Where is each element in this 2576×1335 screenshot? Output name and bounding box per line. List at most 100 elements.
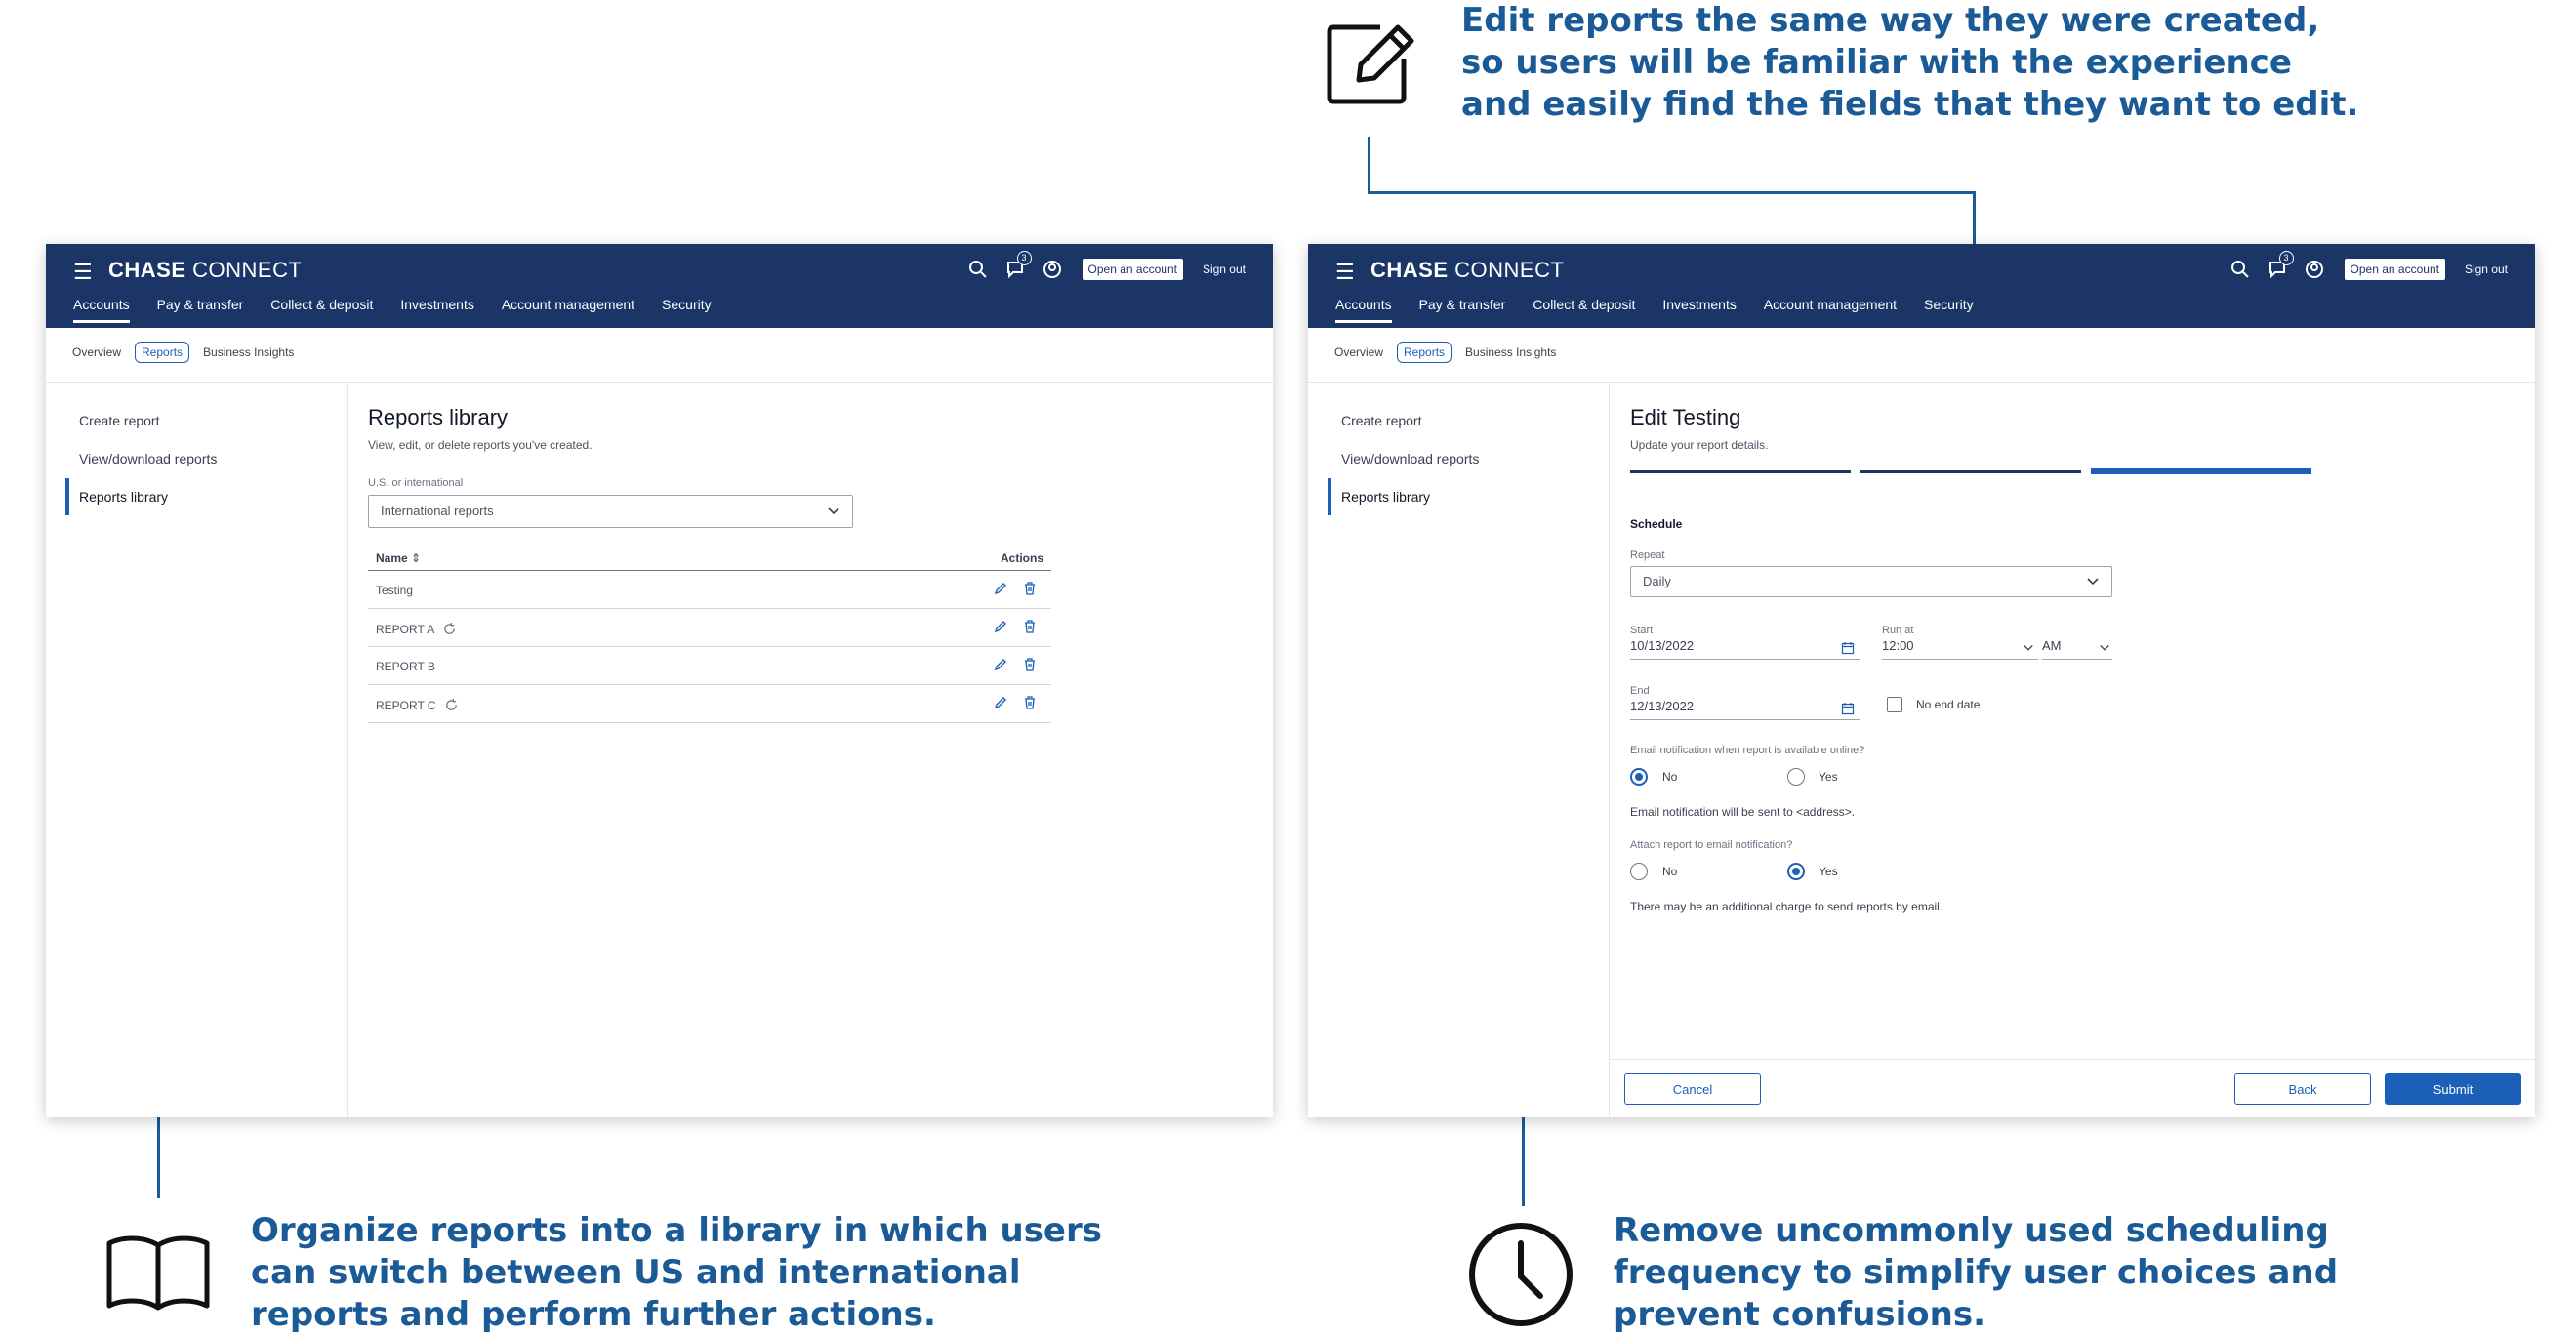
email-yes-radio[interactable]: [1787, 768, 1805, 786]
attach-yes-radio[interactable]: [1787, 863, 1805, 880]
subnav-business-insights[interactable]: Business Insights: [203, 345, 294, 359]
page-subtitle: View, edit, or delete reports you've cre…: [368, 438, 593, 452]
chevron-down-icon: [2087, 578, 2099, 586]
nav-pay-transfer[interactable]: Pay & transfer: [1419, 297, 1506, 323]
delete-icon[interactable]: [1022, 581, 1038, 596]
active-indicator: [1328, 478, 1331, 515]
edit-icon[interactable]: [993, 695, 1008, 710]
open-account-button[interactable]: Open an account: [1082, 259, 1183, 280]
page-title: Reports library: [368, 405, 509, 429]
nav-account-management[interactable]: Account management: [1764, 297, 1897, 323]
column-name[interactable]: Name ⇕: [376, 551, 421, 565]
calendar-icon[interactable]: [1841, 641, 1855, 655]
sidebar-item-view-download[interactable]: View/download reports: [1341, 451, 1479, 466]
column-actions: Actions: [1000, 551, 1043, 565]
nav-investments[interactable]: Investments: [400, 297, 473, 323]
run-at-time-field[interactable]: 12:00: [1882, 638, 2038, 660]
profile-icon[interactable]: [2304, 259, 2325, 280]
edit-report-screen: ☰ CHASE CONNECT 3 Open an account Sign o…: [1308, 244, 2535, 1117]
menu-icon[interactable]: ☰: [73, 262, 93, 283]
recurring-icon: [445, 698, 457, 710]
end-label: End: [1630, 685, 1650, 697]
nav-accounts[interactable]: Accounts: [73, 297, 130, 323]
subnav-business-insights[interactable]: Business Insights: [1465, 345, 1556, 359]
subnav-reports[interactable]: Reports: [135, 342, 190, 363]
page-title: Edit Testing: [1630, 405, 1741, 429]
nav-account-management[interactable]: Account management: [502, 297, 634, 323]
search-icon[interactable]: [967, 259, 989, 280]
submit-button[interactable]: Submit: [2385, 1073, 2521, 1105]
delete-icon[interactable]: [1022, 695, 1038, 710]
subnav-reports[interactable]: Reports: [1397, 342, 1452, 363]
attach-no-radio[interactable]: [1630, 863, 1648, 880]
repeat-select-value: Daily: [1643, 574, 1671, 588]
sidebar-item-create-report[interactable]: Create report: [1341, 413, 1421, 428]
brand-logo[interactable]: CHASE CONNECT: [108, 258, 302, 283]
table-header: Name ⇕ Actions: [368, 549, 1051, 571]
charge-note: There may be an additional charge to sen…: [1630, 900, 1943, 913]
calendar-icon[interactable]: [1841, 702, 1855, 715]
sidebar-item-view-download[interactable]: View/download reports: [79, 451, 217, 466]
open-book-icon: [106, 1235, 210, 1311]
am-pm-select[interactable]: AM: [2042, 638, 2112, 660]
sidebar-item-create-report[interactable]: Create report: [79, 413, 159, 428]
sub-nav: Overview Reports Business Insights: [1308, 328, 2535, 383]
start-date-field[interactable]: 10/13/2022: [1630, 638, 1860, 660]
report-name: REPORT B: [376, 660, 435, 673]
nav-security[interactable]: Security: [662, 297, 712, 323]
report-name: REPORT A: [376, 622, 435, 636]
delete-icon[interactable]: [1022, 619, 1038, 634]
sidebar: Create report View/download reports Repo…: [46, 384, 348, 1117]
top-bar: ☰ CHASE CONNECT 3 Open an account Sign o…: [46, 244, 1273, 328]
main-nav: Accounts Pay & transfer Collect & deposi…: [1335, 297, 1974, 323]
region-select-value: International reports: [381, 504, 494, 518]
delete-icon[interactable]: [1022, 657, 1038, 672]
nav-investments[interactable]: Investments: [1662, 297, 1736, 323]
recurring-icon: [444, 622, 456, 634]
page-subtitle: Update your report details.: [1630, 438, 1769, 452]
sidebar-item-reports-library[interactable]: Reports library: [1341, 489, 1430, 505]
nav-security[interactable]: Security: [1924, 297, 1974, 323]
attach-yes-label: Yes: [1819, 865, 1838, 878]
email-note: Email notification will be sent to <addr…: [1630, 805, 1856, 819]
no-end-date-checkbox[interactable]: [1887, 697, 1902, 712]
table-row: REPORT B: [368, 648, 1051, 685]
email-question: Email notification when report is availa…: [1630, 745, 1865, 756]
edit-icon[interactable]: [993, 581, 1008, 596]
notifications-icon[interactable]: 3: [1004, 251, 1032, 280]
region-select[interactable]: International reports: [368, 495, 853, 528]
nav-collect-deposit[interactable]: Collect & deposit: [270, 297, 373, 323]
email-no-radio[interactable]: [1630, 768, 1648, 786]
filter-label: U.S. or international: [368, 477, 464, 489]
repeat-select[interactable]: Daily: [1630, 566, 2112, 597]
cancel-button[interactable]: Cancel: [1624, 1073, 1761, 1105]
profile-icon[interactable]: [1042, 259, 1063, 280]
subnav-overview[interactable]: Overview: [1334, 345, 1383, 359]
back-button[interactable]: Back: [2234, 1073, 2371, 1105]
edit-icon[interactable]: [993, 619, 1008, 634]
sidebar-item-reports-library[interactable]: Reports library: [79, 489, 168, 505]
subnav-overview[interactable]: Overview: [72, 345, 121, 359]
brand-logo[interactable]: CHASE CONNECT: [1370, 258, 1564, 283]
edit-icon[interactable]: [993, 657, 1008, 672]
clock-icon: [1469, 1223, 1573, 1326]
active-indicator: [65, 478, 69, 515]
notification-badge: 3: [1016, 251, 1032, 265]
email-yes-label: Yes: [1819, 770, 1838, 784]
search-icon[interactable]: [2229, 259, 2251, 280]
top-bar: ☰ CHASE CONNECT 3 Open an account Sign o…: [1308, 244, 2535, 328]
sign-out-link[interactable]: Sign out: [2465, 263, 2508, 276]
nav-pay-transfer[interactable]: Pay & transfer: [157, 297, 244, 323]
open-account-button[interactable]: Open an account: [2344, 259, 2445, 280]
sign-out-link[interactable]: Sign out: [1203, 263, 1246, 276]
end-date-field[interactable]: 12/13/2022: [1630, 699, 1860, 720]
nav-collect-deposit[interactable]: Collect & deposit: [1533, 297, 1635, 323]
table-row: REPORT A: [368, 610, 1051, 647]
chevron-down-icon: [828, 507, 839, 515]
run-at-label: Run at: [1882, 625, 1914, 636]
nav-accounts[interactable]: Accounts: [1335, 297, 1392, 323]
email-no-label: No: [1662, 770, 1678, 784]
annotation-library: Organize reports into a library in which…: [251, 1211, 1102, 1334]
notifications-icon[interactable]: 3: [2267, 251, 2294, 280]
menu-icon[interactable]: ☰: [1335, 262, 1355, 283]
